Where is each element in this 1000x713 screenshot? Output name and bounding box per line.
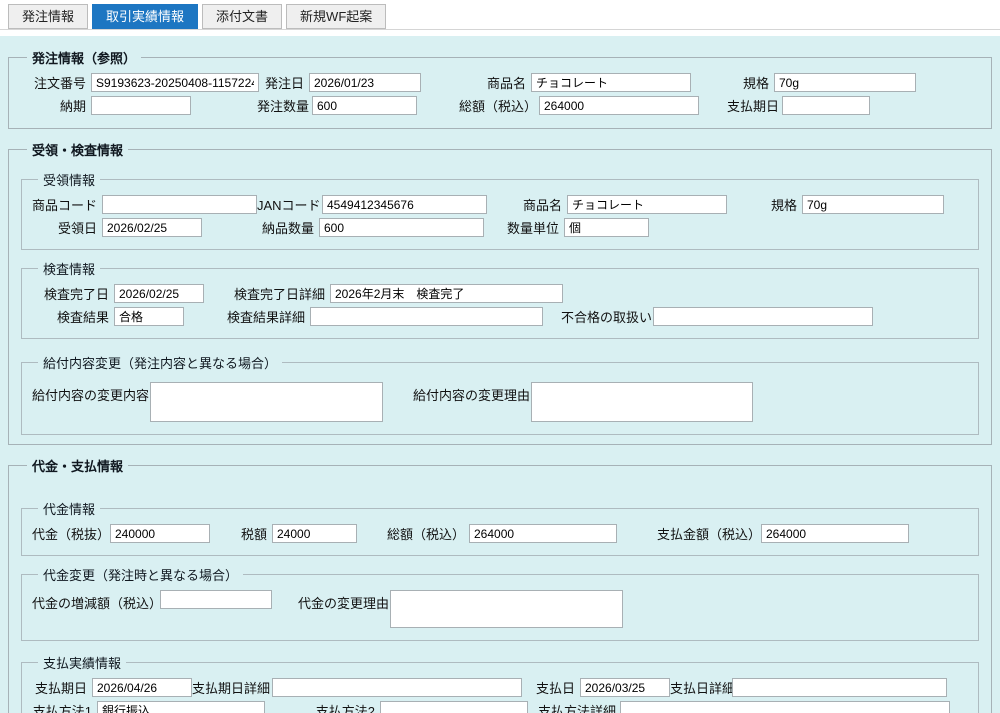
receipt-spec-label: 規格 xyxy=(747,195,802,214)
price-delta-input[interactable] xyxy=(160,590,272,609)
payment-due-label: 支払期日 xyxy=(727,96,782,115)
jan-code-label: JANコード xyxy=(257,195,322,214)
product-name-input[interactable] xyxy=(531,73,691,92)
product-name-label: 商品名 xyxy=(459,73,531,92)
pay-amount-label: 支払金額（税込） xyxy=(657,524,761,543)
delivery-date-label: 納期 xyxy=(21,96,91,115)
receipt-date-label: 受領日 xyxy=(32,218,102,237)
pay-method1-label: 支払方法1 xyxy=(32,701,97,713)
order-qty-input[interactable] xyxy=(312,96,417,115)
order-ref-section: 発注情報（参照） 注文番号 発注日 商品名 規格 納期 発注数量 総額（税込） … xyxy=(8,48,992,129)
receipt-spec-input[interactable] xyxy=(802,195,944,214)
price-total-inc-tax-label: 総額（税込） xyxy=(387,524,469,543)
pay-method-detail-input[interactable] xyxy=(620,701,950,713)
pay-due-date-label: 支払期日 xyxy=(32,678,92,697)
benefit-change-subsection: 給付内容変更（発注内容と異なる場合） 給付内容の変更内容 給付内容の変更理由 xyxy=(21,353,979,435)
pay-date-detail-label: 支払日詳細 xyxy=(670,678,732,697)
pay-method2-label: 支払方法2 xyxy=(315,701,380,713)
price-delta-label: 代金の増減額（税込） xyxy=(32,590,160,612)
receipt-legend: 受領情報 xyxy=(38,170,100,189)
price-change-reason-label: 代金の変更理由 xyxy=(298,590,390,612)
payment-due-input[interactable] xyxy=(782,96,870,115)
inspection-complete-date-input[interactable] xyxy=(114,284,204,303)
price-change-legend: 代金変更（発注時と異なる場合） xyxy=(38,565,243,584)
order-ref-legend: 発注情報（参照） xyxy=(27,48,141,67)
price-subsection: 代金情報 代金（税抜） 税額 総額（税込） 支払金額（税込） xyxy=(21,499,979,556)
pay-date-input[interactable] xyxy=(580,678,670,697)
order-date-label: 発注日 xyxy=(259,73,309,92)
inspection-result-detail-label: 検査結果詳細 xyxy=(222,307,310,326)
tax-label: 税額 xyxy=(236,524,272,543)
benefit-change-legend: 給付内容変更（発注内容と異なる場合） xyxy=(38,353,282,372)
inspection-complete-date-label: 検査完了日 xyxy=(32,284,114,303)
total-inc-tax-input[interactable] xyxy=(539,96,699,115)
price-change-reason-textarea[interactable] xyxy=(390,590,623,628)
transaction-record-panel: 発注情報（参照） 注文番号 発注日 商品名 規格 納期 発注数量 総額（税込） … xyxy=(0,36,1000,713)
inspection-subsection: 検査情報 検査完了日 検査完了日詳細 検査結果 検査結果詳細 不合格の取扱い xyxy=(21,259,979,339)
inspection-result-detail-input[interactable] xyxy=(310,307,543,326)
pay-method1-input[interactable] xyxy=(97,701,265,713)
delivery-date-input[interactable] xyxy=(91,96,191,115)
receipt-subsection: 受領情報 商品コード JANコード 商品名 規格 受領日 納品数量 数量単位 xyxy=(21,170,979,250)
tab-new-wf-draft[interactable]: 新規WF起案 xyxy=(286,4,386,29)
pay-date-detail-input[interactable] xyxy=(732,678,947,697)
price-total-inc-tax-input[interactable] xyxy=(469,524,617,543)
order-number-input[interactable] xyxy=(91,73,259,92)
pay-due-date-detail-label: 支払期日詳細 xyxy=(192,678,272,697)
tab-attachments[interactable]: 添付文書 xyxy=(202,4,282,29)
pay-due-date-input[interactable] xyxy=(92,678,192,697)
inspection-complete-date-detail-input[interactable] xyxy=(330,284,563,303)
benefit-change-content-label: 給付内容の変更内容 xyxy=(32,382,150,404)
price-legend: 代金情報 xyxy=(38,499,100,518)
price-ex-tax-label: 代金（税抜） xyxy=(32,524,110,543)
tab-bar: 発注情報 取引実績情報 添付文書 新規WF起案 xyxy=(0,0,1000,30)
price-change-subsection: 代金変更（発注時と異なる場合） 代金の増減額（税込） 代金の変更理由 xyxy=(21,565,979,641)
receipt-product-name-input[interactable] xyxy=(567,195,727,214)
inspection-legend: 検査情報 xyxy=(38,259,100,278)
delivery-qty-input[interactable] xyxy=(319,218,484,237)
receipt-inspection-section: 受領・検査情報 受領情報 商品コード JANコード 商品名 規格 受領日 納品数… xyxy=(8,140,992,445)
payment-section: 代金・支払情報 代金情報 代金（税抜） 税額 総額（税込） 支払金額（税込） 代… xyxy=(8,456,992,713)
benefit-change-reason-textarea[interactable] xyxy=(531,382,753,422)
pay-method-detail-label: 支払方法詳細 xyxy=(538,701,620,713)
reject-handling-input[interactable] xyxy=(653,307,873,326)
product-code-input[interactable] xyxy=(102,195,257,214)
tab-transaction-record[interactable]: 取引実績情報 xyxy=(92,4,198,29)
payment-legend: 代金・支払情報 xyxy=(27,456,128,475)
tab-order-info[interactable]: 発注情報 xyxy=(8,4,88,29)
order-qty-label: 発注数量 xyxy=(257,96,312,115)
benefit-change-content-textarea[interactable] xyxy=(150,382,383,422)
inspection-result-label: 検査結果 xyxy=(32,307,114,326)
tax-input[interactable] xyxy=(272,524,357,543)
jan-code-input[interactable] xyxy=(322,195,487,214)
pay-record-subsection: 支払実績情報 支払期日 支払期日詳細 支払日 支払日詳細 支払方法1 支払方法2… xyxy=(21,653,979,713)
inspection-result-input[interactable] xyxy=(114,307,184,326)
product-code-label: 商品コード xyxy=(32,195,102,214)
pay-record-legend: 支払実績情報 xyxy=(38,653,126,672)
order-date-input[interactable] xyxy=(309,73,421,92)
pay-due-date-detail-input[interactable] xyxy=(272,678,522,697)
pay-date-label: 支払日 xyxy=(534,678,580,697)
pay-amount-input[interactable] xyxy=(761,524,909,543)
receipt-date-input[interactable] xyxy=(102,218,202,237)
receipt-product-name-label: 商品名 xyxy=(507,195,567,214)
pay-method2-input[interactable] xyxy=(380,701,528,713)
benefit-change-reason-label: 給付内容の変更理由 xyxy=(413,382,531,404)
price-ex-tax-input[interactable] xyxy=(110,524,210,543)
spec-label: 規格 xyxy=(719,73,774,92)
qty-unit-input[interactable] xyxy=(564,218,649,237)
qty-unit-label: 数量単位 xyxy=(504,218,564,237)
receipt-inspection-legend: 受領・検査情報 xyxy=(27,140,128,159)
order-number-label: 注文番号 xyxy=(21,73,91,92)
reject-handling-label: 不合格の取扱い xyxy=(561,307,653,326)
delivery-qty-label: 納品数量 xyxy=(254,218,319,237)
spec-input[interactable] xyxy=(774,73,916,92)
total-inc-tax-label: 総額（税込） xyxy=(459,96,539,115)
inspection-complete-date-detail-label: 検査完了日詳細 xyxy=(232,284,330,303)
